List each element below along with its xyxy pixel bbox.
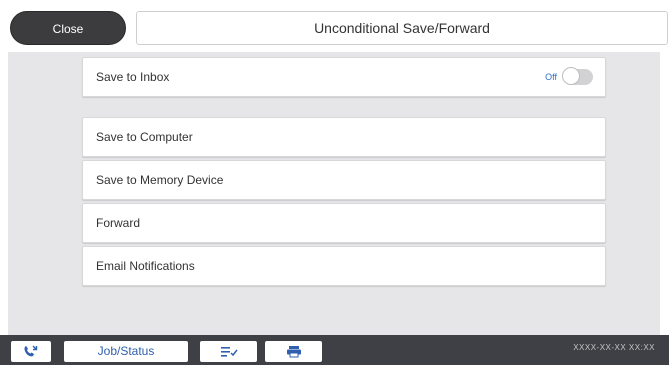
printer-button[interactable] (265, 341, 322, 362)
save-to-computer-label: Save to Computer (96, 130, 193, 144)
page-title: Unconditional Save/Forward (136, 11, 668, 45)
save-to-inbox-toggle[interactable]: Off (545, 67, 593, 85)
email-notifications-label: Email Notifications (96, 259, 195, 273)
toggle-state-label: Off (545, 72, 557, 82)
bottom-bar: Job/Status XXXX-XX-XX XX:XX (0, 335, 669, 365)
save-to-inbox-row[interactable]: Save to Inbox Off (82, 57, 606, 97)
close-button[interactable]: Close (10, 11, 126, 45)
email-notifications-row[interactable]: Email Notifications (82, 246, 606, 286)
fax-button[interactable] (11, 341, 51, 362)
job-list-icon (220, 345, 238, 358)
forward-label: Forward (96, 216, 141, 230)
top-bar: Close Unconditional Save/Forward (0, 0, 669, 46)
save-to-memory-device-row[interactable]: Save to Memory Device (82, 160, 606, 200)
settings-panel: Save to Inbox Off Save to Computer Save … (8, 52, 660, 335)
save-to-inbox-label: Save to Inbox (96, 70, 170, 84)
toggle-switch[interactable] (562, 67, 593, 85)
toggle-knob (562, 67, 580, 85)
save-to-memory-device-label: Save to Memory Device (96, 173, 224, 187)
forward-row[interactable]: Forward (82, 203, 606, 243)
status-text: XXXX-XX-XX XX:XX (573, 343, 655, 352)
job-list-button[interactable] (200, 341, 257, 362)
printer-icon (286, 345, 302, 358)
fax-icon (23, 345, 39, 358)
job-status-button[interactable]: Job/Status (64, 341, 188, 362)
save-to-computer-row[interactable]: Save to Computer (82, 117, 606, 157)
